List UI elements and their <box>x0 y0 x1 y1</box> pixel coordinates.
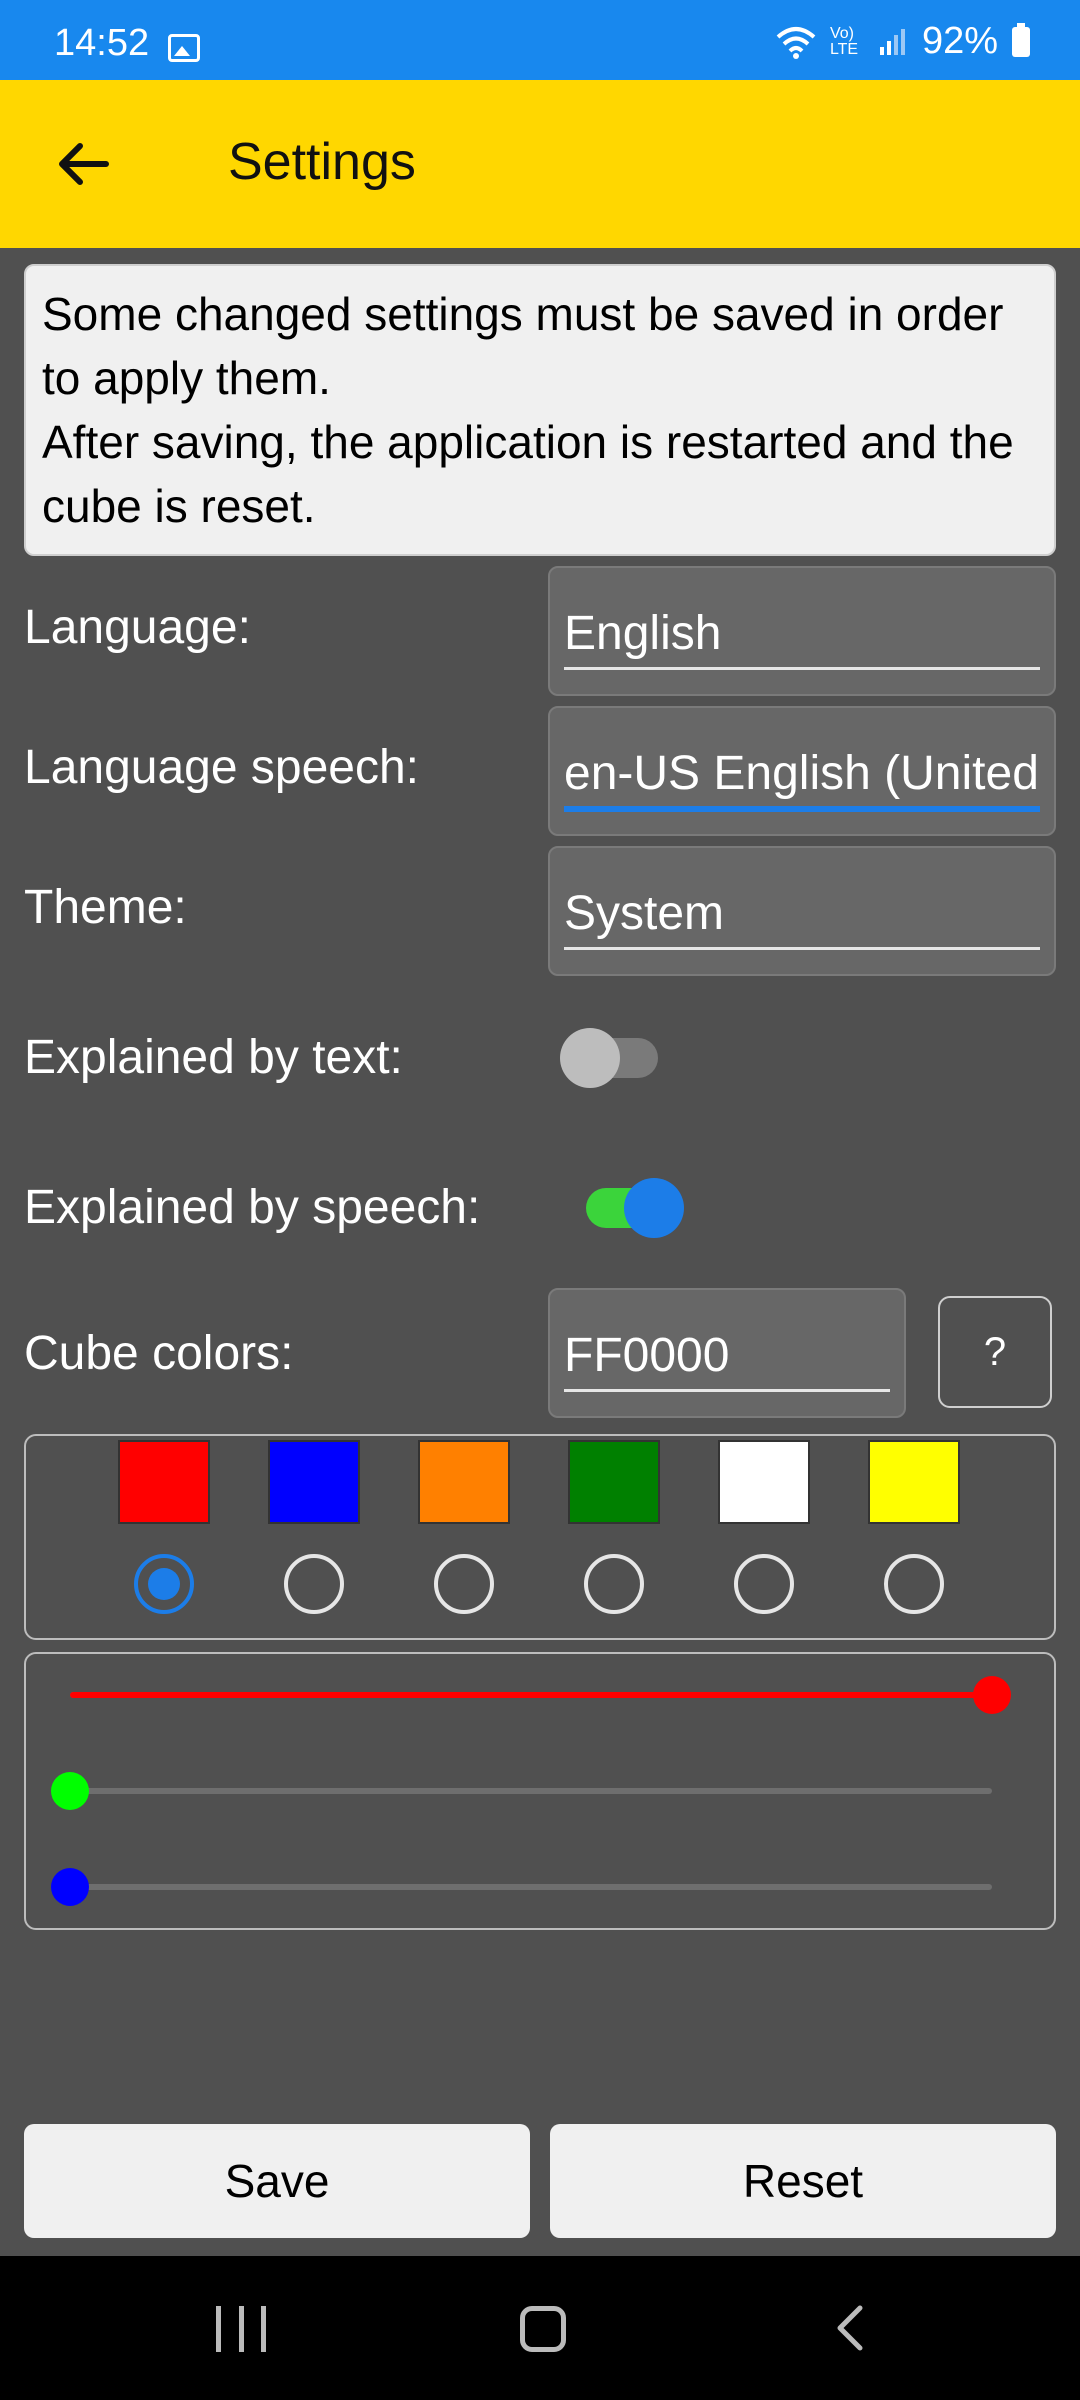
green-slider-thumb[interactable] <box>51 1772 89 1810</box>
wifi-icon <box>776 26 816 59</box>
volte-icon: Vo) LTE <box>829 24 859 58</box>
language-select[interactable]: English <box>548 566 1056 696</box>
toggle-knob <box>560 1028 620 1088</box>
status-right: Vo) LTE 92% <box>776 20 1030 63</box>
save-button[interactable]: Save <box>24 2124 530 2238</box>
notice-line-2: After saving, the application is restart… <box>42 416 1014 532</box>
signal-icon <box>879 28 905 55</box>
theme-underline <box>564 947 1040 950</box>
theme-value: System <box>564 887 725 940</box>
color-radio[interactable] <box>734 1554 794 1614</box>
language-speech-value: en-US English (United <box>564 747 1039 800</box>
reset-button[interactable]: Reset <box>550 2124 1056 2238</box>
theme-select[interactable]: System <box>548 846 1056 976</box>
color-swatch <box>268 1440 360 1524</box>
color-radio[interactable] <box>884 1554 944 1614</box>
language-underline <box>564 667 1040 670</box>
status-bar: 14:52 Vo) LTE 92% <box>0 0 1080 80</box>
system-nav-bar <box>0 2256 1080 2400</box>
toggle-knob <box>624 1178 684 1238</box>
explained-speech-toggle[interactable] <box>586 1178 684 1238</box>
cube-color-value: FF0000 <box>564 1329 730 1382</box>
red-slider-thumb[interactable] <box>973 1676 1011 1714</box>
image-notification-icon <box>168 34 200 62</box>
color-radio[interactable] <box>584 1554 644 1614</box>
help-button[interactable]: ? <box>938 1296 1052 1408</box>
battery-percent: 92% <box>921 20 998 62</box>
color-swatch <box>718 1440 810 1524</box>
color-radio[interactable] <box>284 1554 344 1614</box>
blue-slider-track[interactable] <box>70 1884 992 1890</box>
app-bar: Settings <box>0 80 1080 248</box>
language-speech-underline <box>564 806 1040 812</box>
color-swatch <box>868 1440 960 1524</box>
color-radio[interactable] <box>134 1554 194 1614</box>
green-slider-track[interactable] <box>70 1788 992 1794</box>
battery-icon <box>1012 22 1030 57</box>
back-arrow-icon[interactable] <box>52 132 116 196</box>
status-time: 14:52 <box>54 22 150 64</box>
cube-color-input[interactable]: FF0000 <box>548 1288 906 1418</box>
color-radio[interactable] <box>434 1554 494 1614</box>
cube-color-underline <box>564 1389 890 1392</box>
color-swatch <box>418 1440 510 1524</box>
color-swatch <box>568 1440 660 1524</box>
home-icon[interactable] <box>520 2306 566 2352</box>
color-swatch <box>118 1440 210 1524</box>
recent-apps-icon[interactable] <box>216 2306 266 2352</box>
page-title: Settings <box>228 133 416 191</box>
notice-line-1: Some changed settings must be saved in o… <box>42 288 1004 404</box>
explained-speech-label: Explained by speech: <box>24 1181 481 1234</box>
cube-colors-label: Cube colors: <box>24 1327 294 1380</box>
language-speech-select[interactable]: en-US English (United <box>548 706 1056 836</box>
red-slider-fill <box>70 1692 992 1698</box>
language-label: Language: <box>24 601 251 654</box>
blue-slider-thumb[interactable] <box>51 1868 89 1906</box>
save-notice: Some changed settings must be saved in o… <box>24 264 1056 556</box>
explained-text-label: Explained by text: <box>24 1031 403 1084</box>
nav-back-icon[interactable] <box>832 2304 868 2352</box>
theme-label: Theme: <box>24 881 187 934</box>
language-value: English <box>564 607 722 660</box>
explained-text-toggle[interactable] <box>560 1028 658 1088</box>
language-speech-label: Language speech: <box>24 741 420 794</box>
